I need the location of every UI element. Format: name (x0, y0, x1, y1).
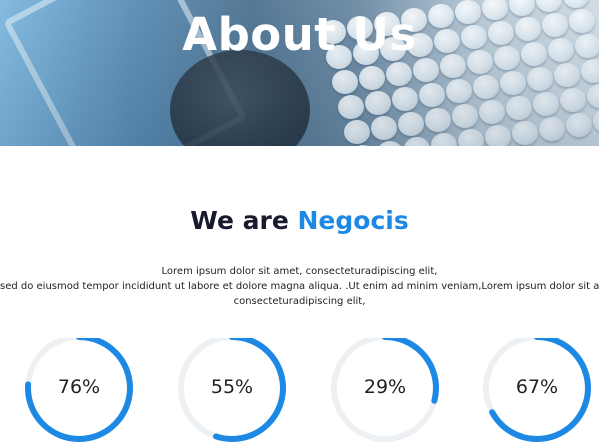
intro-line: consecteturadipiscing elit, (233, 296, 366, 307)
progress-value: 67% (515, 376, 559, 398)
progress-circle: 76% (24, 338, 134, 444)
progress-value: 55% (210, 376, 254, 398)
page-title: About Us (182, 8, 417, 61)
intro-line: sed do eiusmod tempor incididunt ut labo… (0, 281, 599, 292)
progress-circle: 55% (177, 338, 287, 444)
hero-banner: About Us (0, 0, 599, 146)
section-heading-prefix: We are (190, 206, 289, 235)
section-heading-accent: Negocis (297, 206, 409, 235)
progress-circle: 29% (330, 338, 440, 444)
intro-line: Lorem ipsum dolor sit amet, consectetura… (161, 266, 438, 277)
intro-paragraph: Lorem ipsum dolor sit amet, consectetura… (0, 264, 599, 309)
section-heading: We are Negocis (0, 206, 599, 235)
progress-circle: 67% (482, 338, 592, 444)
progress-value: 76% (57, 376, 101, 398)
progress-value: 29% (363, 376, 407, 398)
